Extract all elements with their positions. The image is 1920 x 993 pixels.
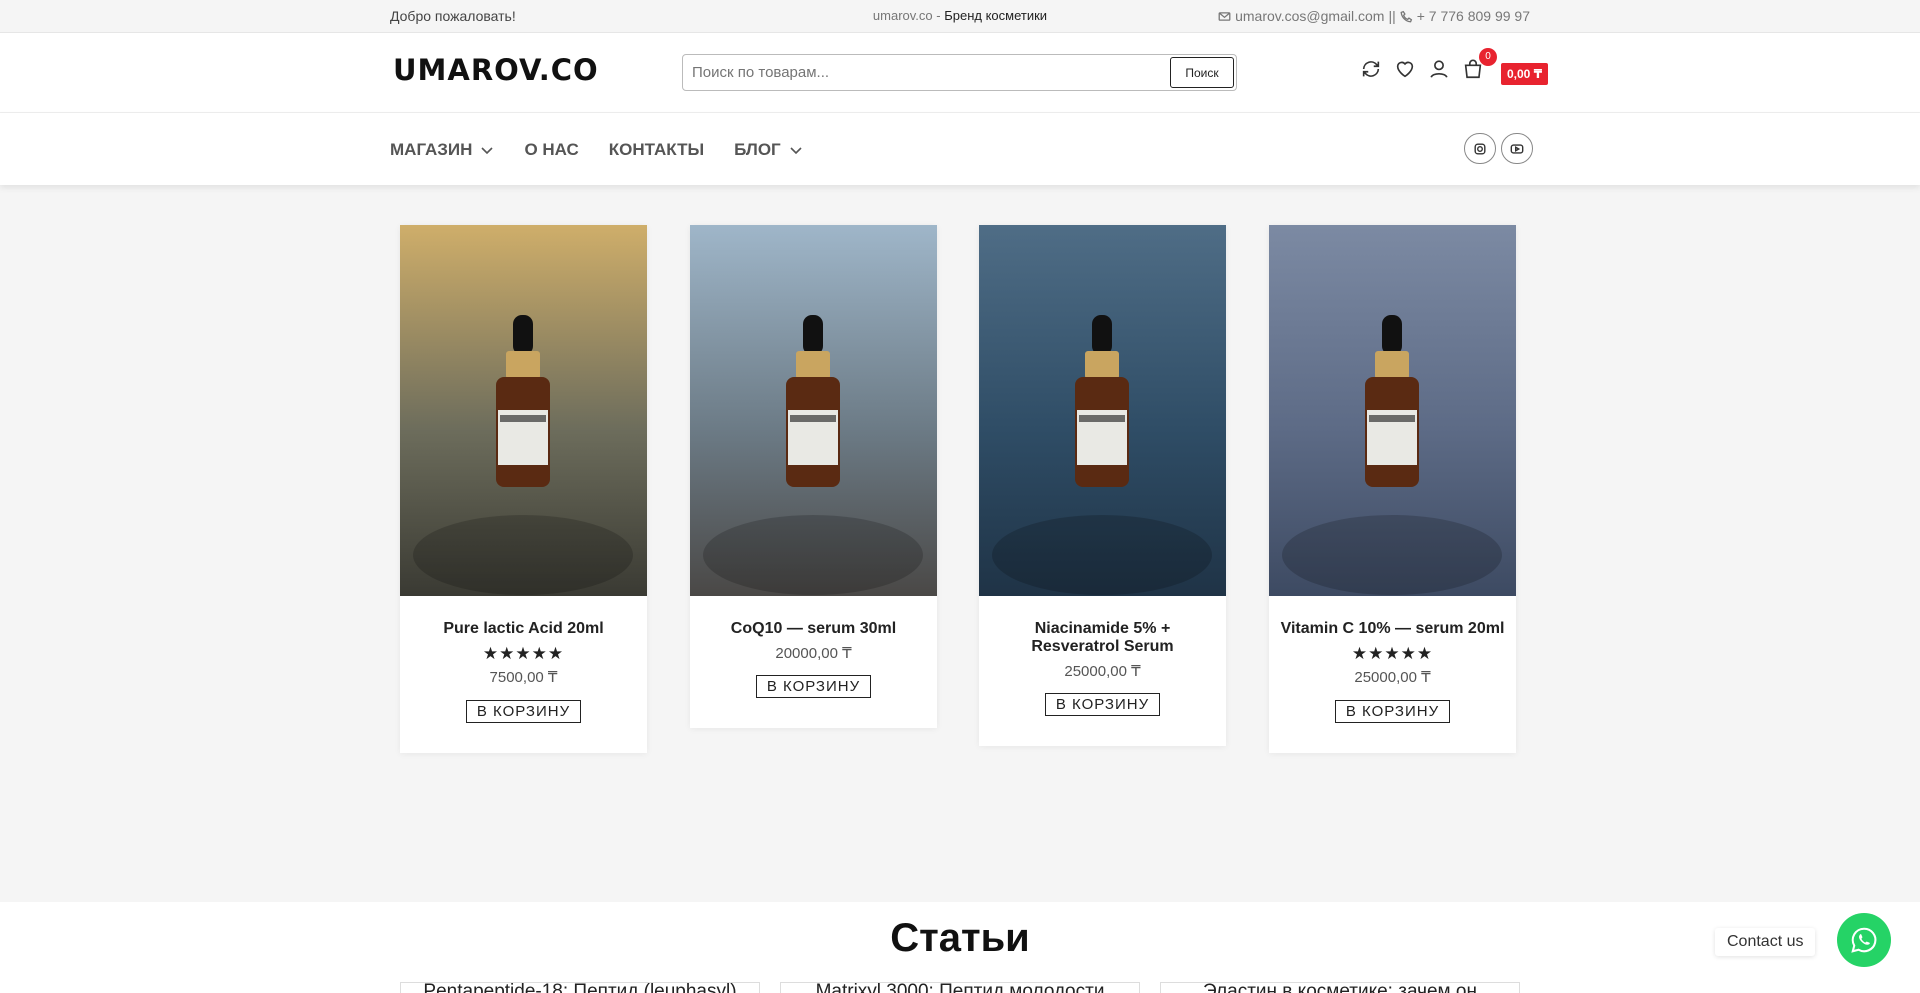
articles-heading: Статьи — [890, 916, 1030, 960]
product-price: 7500,00 ₸ — [489, 669, 558, 686]
nav-item-label: БЛОГ — [734, 140, 781, 159]
rating-stars: ★★★★★ — [1351, 644, 1434, 663]
add-to-cart-button[interactable]: В КОРЗИНУ — [1334, 700, 1451, 723]
nav-item-contacts[interactable]: КОНТАКТЫ — [609, 140, 704, 160]
product-price: 20000,00 ₸ — [775, 645, 852, 662]
bottle-illustration — [413, 315, 633, 595]
product-title[interactable]: CoQ10 — serum 30ml — [690, 620, 937, 638]
add-to-cart-button[interactable]: В КОРЗИНУ — [755, 675, 872, 698]
user-icon[interactable] — [1428, 58, 1450, 80]
product-title[interactable]: Niacinamide 5% + Resveratrol Serum — [979, 620, 1226, 656]
chevron-down-icon — [481, 147, 494, 155]
cart-count-badge: 0 — [1479, 48, 1497, 66]
product-price: 25000,00 ₸ — [1064, 663, 1141, 680]
mail-icon — [1218, 11, 1231, 21]
cart-total-badge[interactable]: 0,00 ₸ — [1501, 63, 1549, 85]
product-image[interactable] — [690, 225, 937, 596]
product-grid: Pure lactic Acid 20ml ★★★★★ 7500,00 ₸ В … — [0, 225, 1920, 902]
tagline-text: Бренд косметики — [944, 8, 1048, 23]
bottle-illustration — [703, 315, 923, 595]
header-icons — [1360, 58, 1484, 80]
product-card[interactable]: Niacinamide 5% + Resveratrol Serum 25000… — [979, 225, 1226, 746]
email-link[interactable]: umarov.cos@gmail.com — [1235, 8, 1384, 24]
product-card[interactable]: CoQ10 — serum 30ml 20000,00 ₸ В КОРЗИНУ — [690, 225, 937, 728]
site-name[interactable]: umarov.co — [873, 8, 933, 23]
tagline-separator: - — [932, 8, 945, 23]
product-image[interactable] — [1269, 225, 1516, 596]
rating-stars: ★★★★★ — [482, 644, 565, 663]
social-links — [1464, 133, 1533, 164]
heart-icon[interactable] — [1394, 58, 1416, 80]
nav-item-label: КОНТАКТЫ — [608, 140, 705, 159]
whatsapp-icon — [1851, 927, 1877, 953]
youtube-icon[interactable] — [1501, 133, 1533, 164]
bottle-illustration — [1282, 315, 1502, 595]
contact-divider: || — [1388, 8, 1396, 24]
product-price: 25000,00 ₸ — [1354, 669, 1431, 686]
compare-icon[interactable] — [1360, 58, 1382, 80]
article-card[interactable]: Matrixyl 3000: Пептид молодости — [780, 982, 1140, 993]
search-input[interactable] — [692, 64, 1152, 81]
nav-item-label: О НАС — [524, 140, 579, 159]
instagram-icon[interactable] — [1464, 133, 1496, 164]
search-button[interactable]: Поиск — [1170, 57, 1234, 88]
product-image[interactable] — [979, 225, 1226, 596]
bottle-illustration — [992, 315, 1212, 595]
nav-item-shop[interactable]: МАГАЗИН — [390, 140, 494, 160]
chevron-down-icon — [790, 147, 802, 155]
product-title[interactable]: Vitamin C 10% — serum 20ml — [1269, 620, 1516, 638]
add-to-cart-button[interactable]: В КОРЗИНУ — [1044, 693, 1161, 716]
product-image[interactable] — [400, 225, 647, 596]
product-title[interactable]: Pure lactic Acid 20ml — [400, 620, 647, 638]
add-to-cart-button[interactable]: В КОРЗИНУ — [465, 700, 582, 723]
contact-info: umarov.cos@gmail.com || + 7 776 809 99 9… — [1218, 8, 1530, 24]
top-bar: Добро пожаловать! umarov.co - Бренд косм… — [0, 0, 1920, 33]
article-card[interactable]: Pentapeptide-18: Пептид (leuphasyl) — [400, 982, 760, 993]
site-tagline: umarov.co - Бренд косметики — [0, 8, 1920, 23]
phone-link[interactable]: + 7 776 809 99 97 — [1417, 8, 1530, 24]
contact-us-label[interactable]: Contact us — [1715, 928, 1816, 956]
search-form: Поиск — [682, 54, 1237, 91]
article-card[interactable]: Эластин в косметике: зачем он — [1160, 982, 1520, 993]
articles-section: Статьи Pentapeptide-18: Пептид (leuphasy… — [0, 902, 1920, 993]
nav-item-blog[interactable]: БЛОГ — [734, 140, 803, 160]
nav-item-about[interactable]: О НАС — [524, 140, 578, 160]
site-logo[interactable]: UMAROV.CO — [393, 53, 599, 87]
phone-icon — [1400, 10, 1412, 22]
product-card[interactable]: Vitamin C 10% — serum 20ml ★★★★★ 25000,0… — [1269, 225, 1516, 753]
main-nav: МАГАЗИН О НАС КОНТАКТЫ БЛОГ — [0, 113, 1920, 185]
whatsapp-button[interactable] — [1837, 913, 1891, 967]
nav-item-label: МАГАЗИН — [390, 140, 473, 159]
product-card[interactable]: Pure lactic Acid 20ml ★★★★★ 7500,00 ₸ В … — [400, 225, 647, 753]
